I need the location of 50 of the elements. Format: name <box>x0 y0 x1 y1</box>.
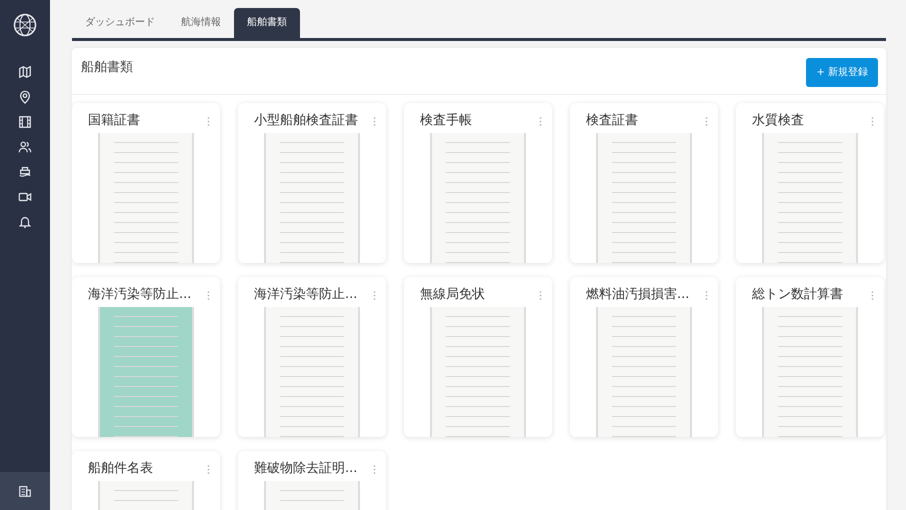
document-card[interactable]: 無線局免状 <box>404 277 552 437</box>
document-card[interactable]: 海洋汚染等防止... <box>238 277 386 437</box>
more-options-icon[interactable] <box>207 290 210 300</box>
document-card[interactable]: 小型船舶検査証書 <box>238 103 386 263</box>
document-title: 総トン数計算書 <box>752 286 843 304</box>
document-card[interactable]: 海洋汚染等防止... <box>72 277 220 437</box>
document-title: 燃料油汚損損害... <box>586 286 690 304</box>
document-title: 海洋汚染等防止... <box>88 286 192 304</box>
panel-title: 船舶書類 <box>81 59 133 77</box>
more-options-icon[interactable] <box>539 116 542 126</box>
more-options-icon[interactable] <box>705 290 708 300</box>
document-title: 検査証書 <box>586 112 638 130</box>
more-options-icon[interactable] <box>207 464 210 474</box>
tab[interactable]: 航海情報 <box>168 8 234 38</box>
document-card[interactable]: 検査証書 <box>570 103 718 263</box>
new-register-button[interactable]: + 新規登録 <box>806 58 878 87</box>
document-title: 小型船舶検査証書 <box>254 112 358 130</box>
document-card[interactable]: 国籍証書 <box>72 103 220 263</box>
map-icon <box>18 64 32 78</box>
more-options-icon[interactable] <box>705 116 708 126</box>
document-title: 無線局免状 <box>420 286 485 304</box>
document-card[interactable]: 水質検査 <box>736 103 884 263</box>
document-title: 国籍証書 <box>88 112 140 130</box>
document-card[interactable]: 検査手帳 <box>404 103 552 263</box>
more-options-icon[interactable] <box>373 116 376 126</box>
document-title: 検査手帳 <box>420 112 472 130</box>
tab[interactable]: 船舶書類 <box>234 8 300 38</box>
location-pin-icon <box>18 90 32 104</box>
tab[interactable]: ダッシュボード <box>72 8 168 38</box>
bell-icon <box>18 214 32 228</box>
document-card[interactable]: 燃料油汚損損害... <box>570 277 718 437</box>
film-icon <box>18 114 32 128</box>
document-card[interactable]: 難破物除去証明... <box>238 451 386 510</box>
document-card[interactable]: 総トン数計算書 <box>736 277 884 437</box>
building-icon <box>18 484 32 498</box>
sidebar-nav-item[interactable] <box>0 472 50 510</box>
more-options-icon[interactable] <box>373 464 376 474</box>
document-title: 水質検査 <box>752 112 804 130</box>
more-options-icon[interactable] <box>373 290 376 300</box>
people-icon <box>18 140 32 154</box>
ship-icon <box>18 164 32 178</box>
globe-logo-icon <box>13 13 37 37</box>
document-title: 海洋汚染等防止... <box>254 286 358 304</box>
more-options-icon[interactable] <box>871 116 874 126</box>
more-options-icon[interactable] <box>207 116 210 126</box>
more-options-icon[interactable] <box>871 290 874 300</box>
document-card[interactable]: 船舶件名表 <box>72 451 220 510</box>
more-options-icon[interactable] <box>539 290 542 300</box>
document-title: 船舶件名表 <box>88 460 153 478</box>
document-title: 難破物除去証明... <box>254 460 358 478</box>
